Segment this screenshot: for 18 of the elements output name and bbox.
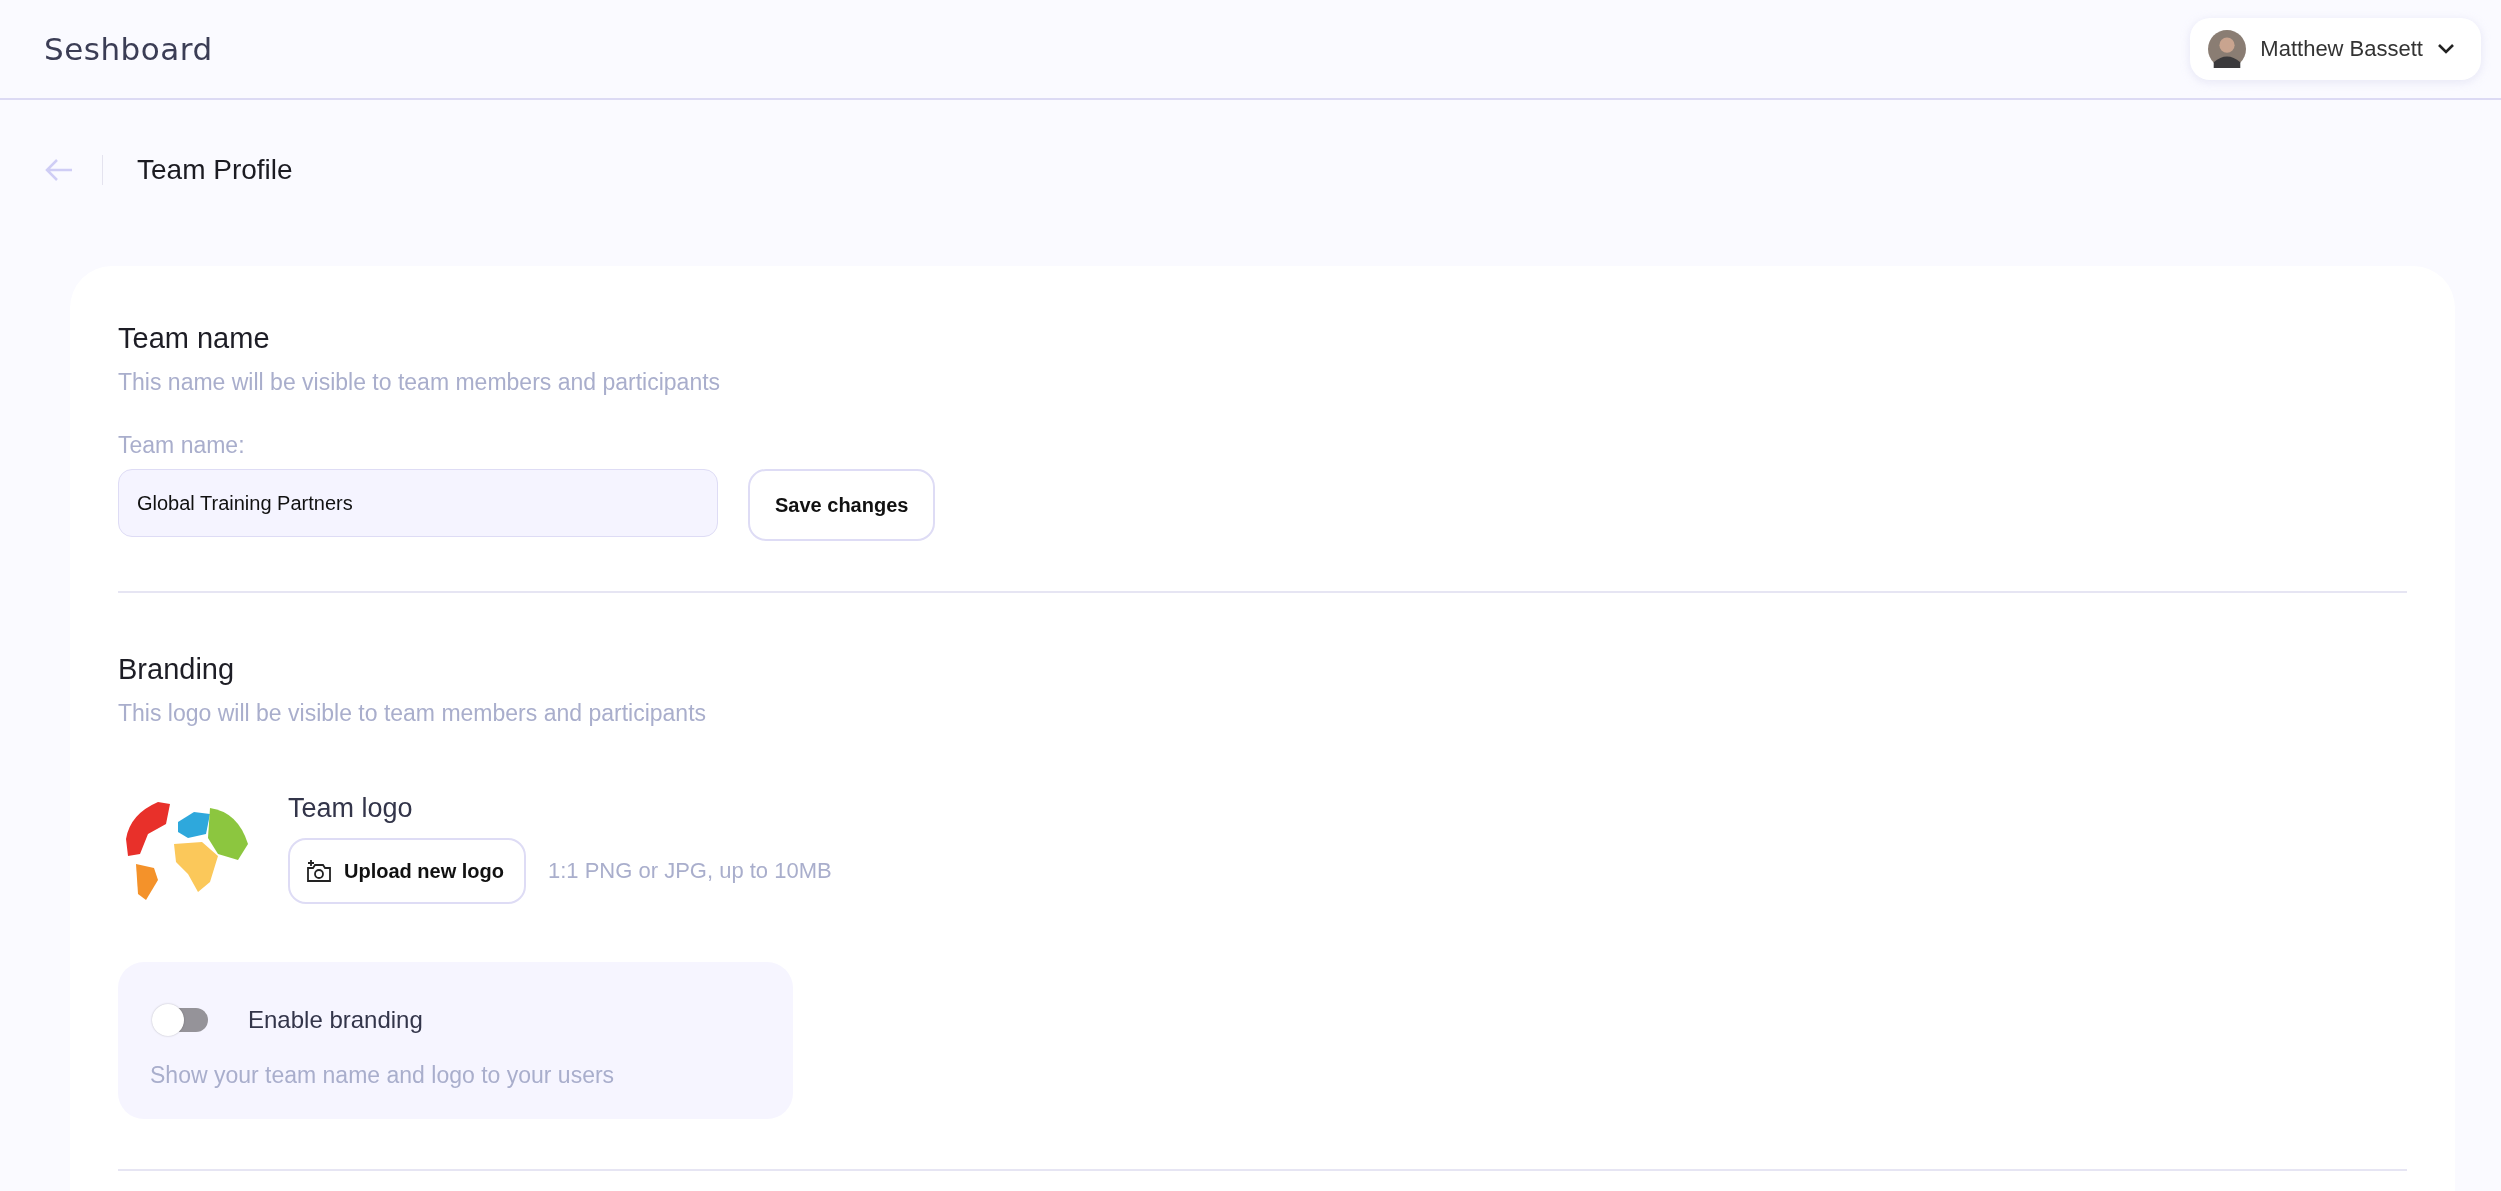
section-description: This name will be visible to team members and participants	[118, 369, 722, 396]
chevron-down-icon	[2437, 43, 2455, 55]
upload-logo-button[interactable]: Upload new logo	[288, 838, 526, 904]
save-changes-button[interactable]: Save changes	[748, 469, 936, 541]
team-name-input[interactable]: Global Training Partners	[118, 469, 718, 537]
upload-hint: 1:1 PNG or JPG, up to 10MB	[548, 858, 832, 884]
camera-plus-icon	[306, 859, 332, 883]
field-label: Team name:	[118, 432, 246, 459]
section-heading: Team name	[118, 322, 271, 355]
section-heading: Branding	[118, 653, 236, 686]
toggle-label: Enable branding	[248, 1006, 423, 1034]
app-name: Seshboard	[44, 31, 213, 67]
section-description: This logo will be visible to team members and participants	[118, 700, 708, 727]
user-menu[interactable]: Matthew Bassett	[2190, 18, 2481, 80]
logo-label: Team logo	[288, 793, 414, 824]
toggle-description: Show your team name and logo to your users	[150, 1062, 616, 1089]
avatar-icon	[2208, 30, 2247, 68]
page-title: Team Profile	[137, 154, 293, 186]
